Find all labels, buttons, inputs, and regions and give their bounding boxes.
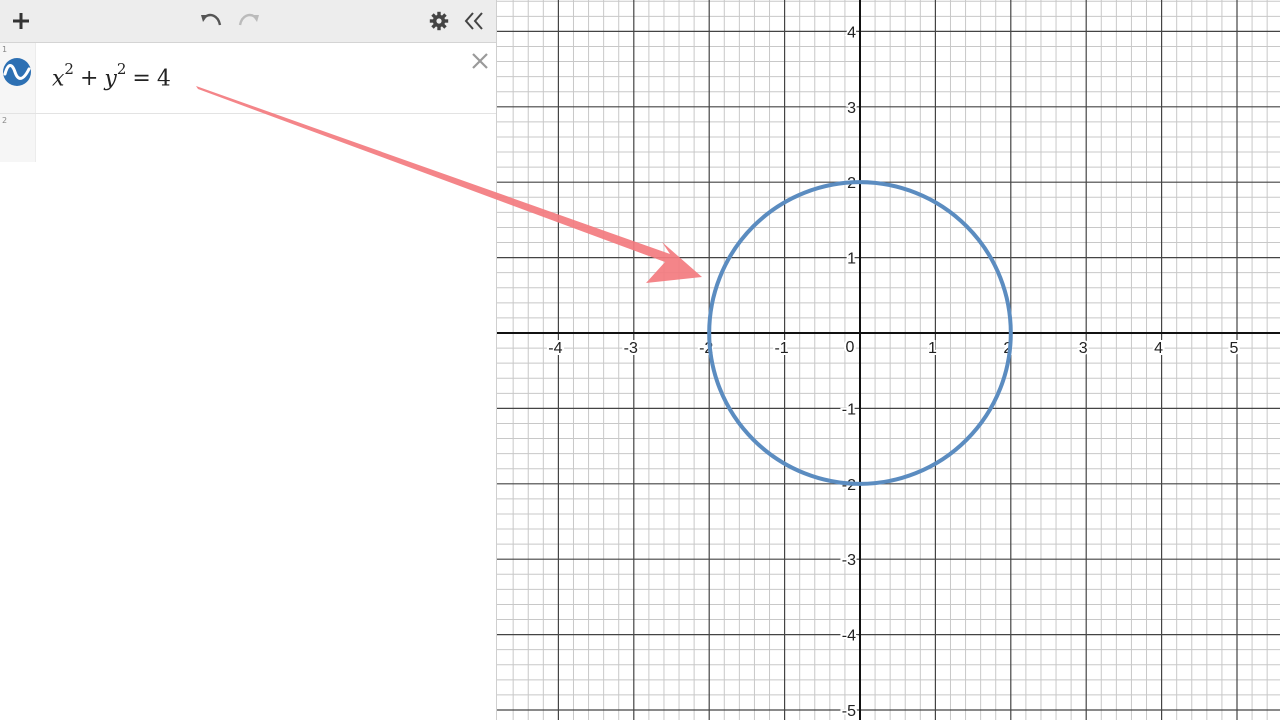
y-tick-label: -1: [842, 401, 856, 418]
redo-icon: [238, 13, 259, 26]
math-exponent: 2: [116, 60, 127, 78]
expression-row-empty[interactable]: 2: [0, 114, 496, 162]
x-tick-label: 4: [1154, 340, 1163, 357]
axes: [497, 0, 1280, 720]
math-var-y: y: [104, 66, 117, 92]
tick-labels: -4 -3 -2 -1 1 2 3 4 54321-1-2-3-4-50: [546, 22, 1240, 720]
math-equals: =: [132, 66, 151, 92]
x-tick-label: -1: [774, 340, 788, 357]
y-tick-label: 4: [847, 24, 856, 41]
origin-label: 0: [846, 339, 855, 356]
plus-icon: [13, 13, 29, 29]
gear-icon: [429, 11, 449, 31]
wave-icon[interactable]: [2, 57, 32, 87]
y-tick-label: 3: [847, 100, 856, 117]
collapse-panel-button[interactable]: [458, 0, 490, 42]
y-tick-label: -4: [842, 628, 856, 645]
undo-icon: [201, 13, 222, 26]
math-plus: +: [79, 66, 99, 92]
x-tick-label: -4: [548, 340, 562, 357]
y-tick-label: -5: [842, 703, 856, 720]
expression-row[interactable]: 1 x2 + y2 = 4: [0, 43, 496, 114]
expression-gutter: 1: [0, 43, 36, 113]
graph-canvas[interactable]: -4 -3 -2 -1 1 2 3 4 54321-1-2-3-4-50: [497, 0, 1280, 720]
y-tick-label: 1: [847, 251, 856, 268]
math-rhs: 4: [156, 66, 171, 92]
x-tick-label: -3: [624, 340, 638, 357]
math-exponent: 2: [64, 60, 74, 78]
add-expression-button[interactable]: [4, 0, 38, 42]
x-tick-label: 1: [928, 340, 937, 357]
expression-input[interactable]: x2 + y2 = 4: [52, 60, 171, 92]
major-grid: [497, 0, 1280, 720]
undo-button[interactable]: [196, 0, 226, 42]
x-tick-label: 5: [1230, 340, 1239, 357]
minor-grid: [497, 0, 1280, 720]
delete-expression-icon[interactable]: [470, 51, 490, 71]
settings-button[interactable]: [424, 0, 454, 42]
expression-index: 1: [2, 45, 8, 54]
expression-gutter: 2: [0, 114, 36, 162]
redo-button[interactable]: [234, 0, 264, 42]
expression-toolbar: [0, 0, 496, 43]
math-var-x: x: [52, 66, 65, 92]
expression-panel: 1 x2 + y2 = 4 2: [0, 0, 497, 720]
expression-index: 2: [2, 116, 8, 125]
x-tick-label: 3: [1079, 340, 1088, 357]
double-chevron-left-icon: [464, 12, 483, 30]
y-tick-label: -3: [842, 552, 856, 569]
